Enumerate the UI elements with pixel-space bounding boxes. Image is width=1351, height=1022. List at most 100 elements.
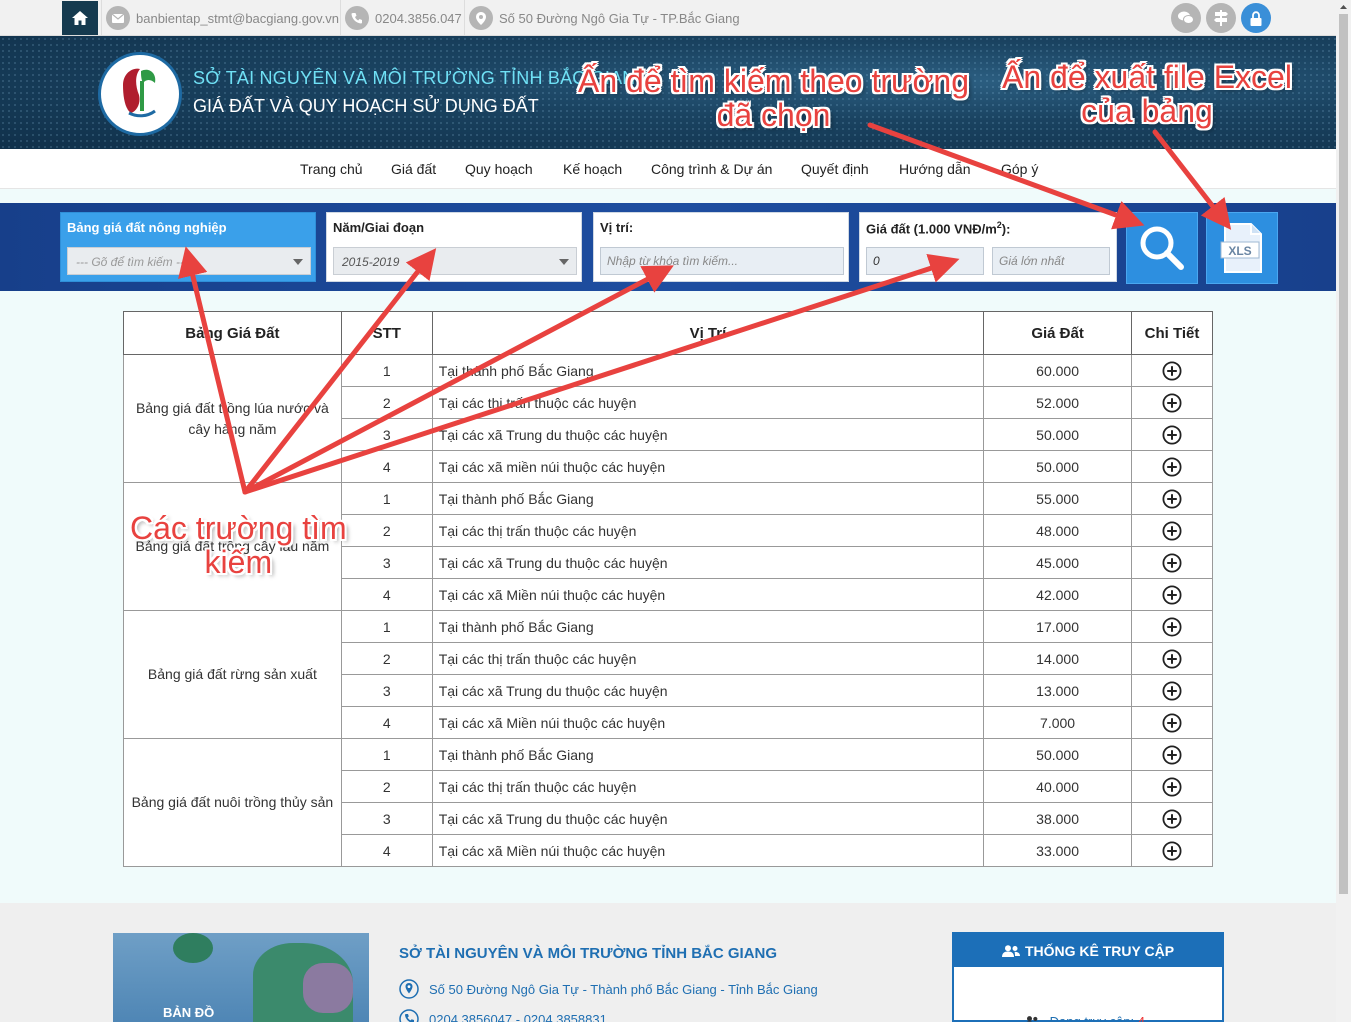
row-detail-cell xyxy=(1131,386,1213,419)
location-pin-icon xyxy=(399,979,419,999)
online-count-row: Đang truy cập: 4 xyxy=(1024,1014,1145,1022)
row-stt: 1 xyxy=(340,482,433,515)
row-price: 17.000 xyxy=(983,610,1133,643)
row-stt: 3 xyxy=(340,674,433,707)
chevron-down-icon xyxy=(293,259,303,265)
sitemap-button[interactable] xyxy=(1206,3,1236,33)
plus-circle-icon[interactable] xyxy=(1162,808,1182,829)
nav-guide[interactable]: Hướng dẫn xyxy=(899,161,970,177)
row-location: Tại thành phố Bắc Giang xyxy=(431,482,985,515)
table-type-select[interactable]: --- Gõ để tìm kiếm --- xyxy=(67,247,311,275)
search-button[interactable] xyxy=(1126,212,1198,284)
row-location: Tại các thị trấn thuộc các huyện xyxy=(431,770,985,803)
chat-icon xyxy=(1178,11,1194,24)
row-price: 52.000 xyxy=(983,386,1133,419)
plus-circle-icon[interactable] xyxy=(1162,456,1182,477)
phone-text: 0204.3856.047 xyxy=(375,10,462,26)
col-header-price[interactable]: Giá Đất xyxy=(983,311,1133,355)
top-contact-bar: banbientap_stmt@bacgiang.gov.vn 0204.385… xyxy=(0,0,1336,36)
table-type-label: Bảng giá đất nông nghiệp xyxy=(67,220,227,235)
scrollbar-thumb[interactable] xyxy=(1339,14,1348,894)
plus-circle-icon[interactable] xyxy=(1162,712,1182,733)
site-footer: BẢN ĐỒ SỞ TÀI NGUYÊN VÀ MÔI TRƯỜNG TỈNH … xyxy=(0,903,1336,1022)
visitor-stats-box: THỐNG KÊ TRUY CẬP Đang truy cập: 4 xyxy=(952,932,1224,1022)
plus-circle-icon[interactable] xyxy=(1162,488,1182,509)
row-price: 42.000 xyxy=(983,578,1133,611)
row-location: Tại thành phố Bắc Giang xyxy=(431,610,985,643)
department-logo[interactable] xyxy=(98,52,182,136)
plus-circle-icon[interactable] xyxy=(1162,648,1182,669)
plus-circle-icon[interactable] xyxy=(1162,680,1182,701)
row-price: 38.000 xyxy=(983,802,1133,835)
contact-email[interactable]: banbientap_stmt@bacgiang.gov.vn xyxy=(101,0,339,36)
contact-address[interactable]: Số 50 Đường Ngô Gia Tự - TP.Bắc Giang xyxy=(464,0,740,36)
nav-planning[interactable]: Quy hoạch xyxy=(465,161,533,177)
col-header-table[interactable]: Bảng Giá Đất xyxy=(123,311,342,355)
annotation-excel-button: Ấn để xuất file Excel của bảng xyxy=(1002,59,1292,129)
location-filter: Vị trí: Nhập từ khóa tìm kiếm... xyxy=(593,212,849,282)
footer-address: Số 50 Đường Ngô Gia Tự - Thành phố Bắc G… xyxy=(399,979,818,999)
col-header-location[interactable]: Vị Trí xyxy=(431,311,985,355)
row-stt: 2 xyxy=(340,514,433,547)
plus-circle-icon[interactable] xyxy=(1162,776,1182,797)
location-pin-icon xyxy=(469,6,493,30)
nav-land-price[interactable]: Giá đất xyxy=(391,161,436,177)
export-excel-button[interactable]: XLS xyxy=(1206,212,1278,284)
online-count: 4 xyxy=(1137,1014,1146,1022)
nav-decisions[interactable]: Quyết định xyxy=(801,161,869,177)
row-detail-cell xyxy=(1131,610,1213,643)
plus-circle-icon[interactable] xyxy=(1162,552,1182,573)
search-bar: Bảng giá đất nông nghiệp --- Gõ để tìm k… xyxy=(0,203,1336,291)
row-detail-cell xyxy=(1131,578,1213,611)
table-row: Bảng giá đất nuôi trồng thủy sản 1 Tại thà… xyxy=(123,738,1213,867)
plus-circle-icon[interactable] xyxy=(1162,392,1182,413)
plus-circle-icon[interactable] xyxy=(1162,360,1182,381)
row-location: Tại các thị trấn thuộc các huyện xyxy=(431,386,985,419)
price-max-input[interactable]: Giá lớn nhất xyxy=(992,247,1110,275)
scroll-up-arrow[interactable] xyxy=(1336,0,1351,14)
chevron-down-icon xyxy=(559,259,569,265)
plus-circle-icon[interactable] xyxy=(1162,424,1182,445)
nav-projects[interactable]: Công trình & Dự án xyxy=(651,161,772,177)
land-price-table: Bảng Giá Đất STT Vị Trí Giá Đất Chi Tiết… xyxy=(123,311,1213,867)
row-price: 55.000 xyxy=(983,482,1133,515)
plus-circle-icon[interactable] xyxy=(1162,584,1182,605)
row-price: 33.000 xyxy=(983,834,1133,867)
row-location: Tại thành phố Bắc Giang xyxy=(431,738,985,771)
svg-text:XLS: XLS xyxy=(1228,244,1251,258)
annotation-search-fields: Các trường tìm kiếm xyxy=(130,510,347,580)
phone-icon xyxy=(345,6,369,30)
period-label: Năm/Giai đoạn xyxy=(333,220,425,235)
period-select[interactable]: 2015-2019 xyxy=(333,247,577,275)
chat-button[interactable] xyxy=(1171,3,1201,33)
price-min-input[interactable]: 0 xyxy=(866,247,984,275)
plus-circle-icon[interactable] xyxy=(1162,616,1182,637)
row-stt: 3 xyxy=(340,418,433,451)
nav-plan[interactable]: Kế hoạch xyxy=(563,161,622,177)
vertical-scrollbar[interactable] xyxy=(1336,0,1351,1022)
row-stt: 1 xyxy=(340,354,433,387)
location-input[interactable]: Nhập từ khóa tìm kiếm... xyxy=(600,247,844,275)
col-header-detail[interactable]: Chi Tiết xyxy=(1131,311,1213,355)
plus-circle-icon[interactable] xyxy=(1162,840,1182,861)
home-button[interactable] xyxy=(62,1,98,35)
contact-phone[interactable]: 0204.3856.047 xyxy=(340,0,462,36)
row-detail-cell xyxy=(1131,674,1213,707)
table-group-name: Bảng giá đất trồng lúa nước và cây hàng … xyxy=(123,354,342,483)
price-max-placeholder: Giá lớn nhất xyxy=(999,254,1065,268)
col-header-stt[interactable]: STT xyxy=(340,311,433,355)
row-location: Tại các xã Trung du thuộc các huyện xyxy=(431,802,985,835)
row-stt: 2 xyxy=(340,642,433,675)
row-location: Tại các xã Trung du thuộc các huyện xyxy=(431,674,985,707)
row-detail-cell xyxy=(1131,706,1213,739)
row-detail-cell xyxy=(1131,770,1213,803)
nav-feedback[interactable]: Góp ý xyxy=(1001,161,1038,177)
plus-circle-icon[interactable] xyxy=(1162,744,1182,765)
table-group-name: Bảng giá đất nuôi trồng thủy sản xyxy=(123,738,342,867)
plus-circle-icon[interactable] xyxy=(1162,520,1182,541)
login-button[interactable] xyxy=(1241,3,1271,33)
row-price: 50.000 xyxy=(983,738,1133,771)
email-text: banbientap_stmt@bacgiang.gov.vn xyxy=(136,10,340,26)
nav-home[interactable]: Trang chủ xyxy=(300,161,363,177)
map-link-image[interactable]: BẢN ĐỒ xyxy=(113,933,369,1022)
